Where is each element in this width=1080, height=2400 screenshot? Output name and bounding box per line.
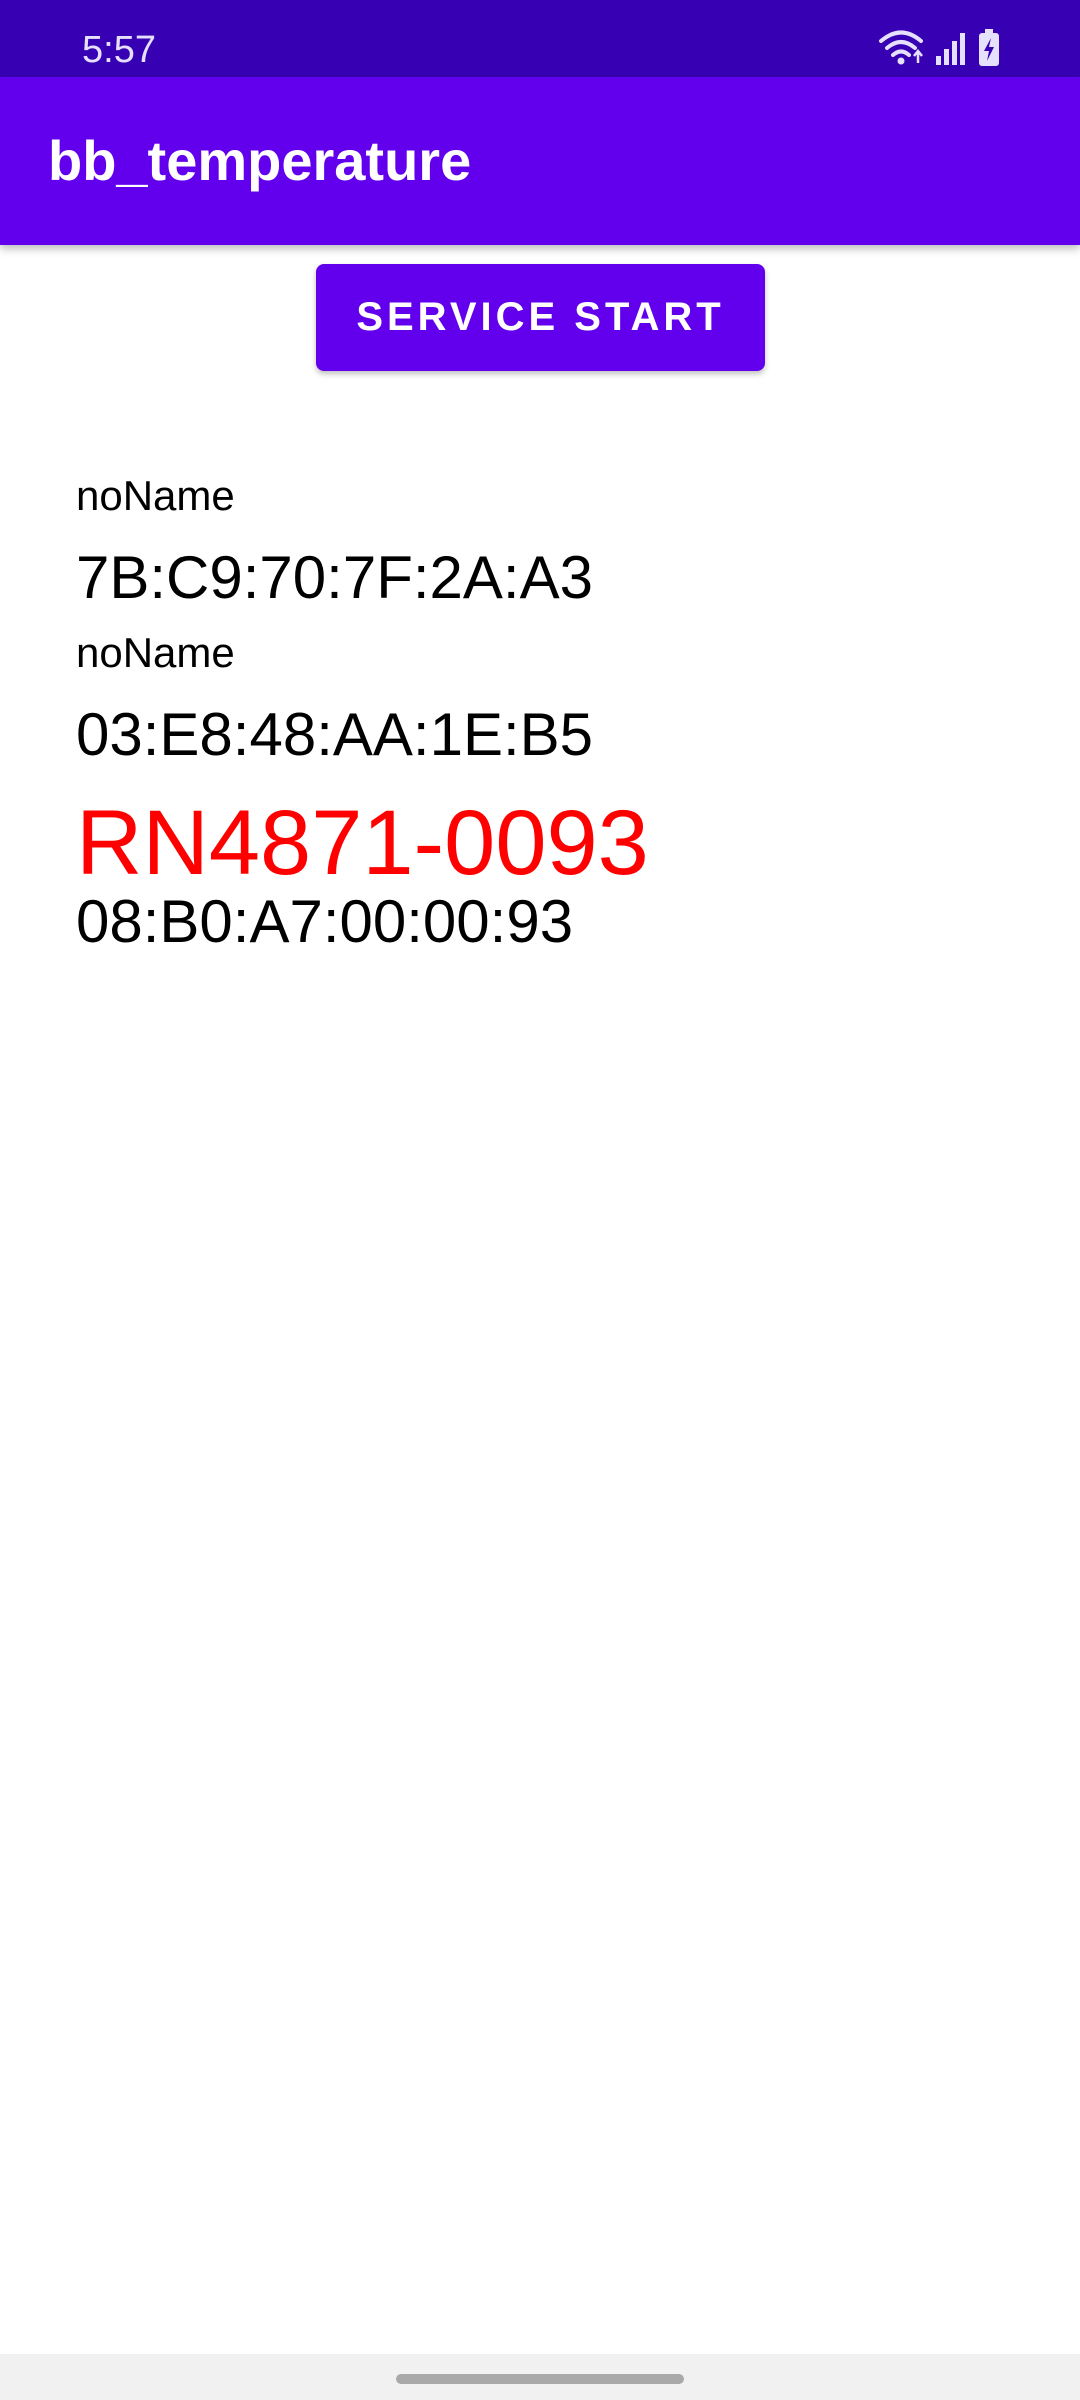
navigation-bar (0, 2354, 1080, 2400)
device-address: 03:E8:48:AA:1E:B5 (76, 701, 594, 768)
device-name-highlighted: RN4871-0093 (76, 792, 649, 894)
status-bar: 5:57 (0, 0, 1080, 77)
app-bar: bb_temperature (0, 77, 1080, 245)
home-handle[interactable] (396, 2374, 684, 2384)
device-address: 08:B0:A7:00:00:93 (76, 888, 574, 955)
battery-charging-icon (978, 29, 1000, 67)
status-time: 5:57 (82, 29, 156, 71)
service-start-button[interactable]: SERVICE START (316, 264, 765, 371)
device-name: noName (76, 472, 235, 519)
app-title: bb_temperature (48, 129, 472, 192)
wifi-icon (878, 28, 924, 68)
device-address: 7B:C9:70:7F:2A:A3 (76, 544, 593, 611)
signal-icon (934, 30, 968, 66)
status-icons (878, 26, 1000, 70)
device-name: noName (76, 629, 235, 676)
